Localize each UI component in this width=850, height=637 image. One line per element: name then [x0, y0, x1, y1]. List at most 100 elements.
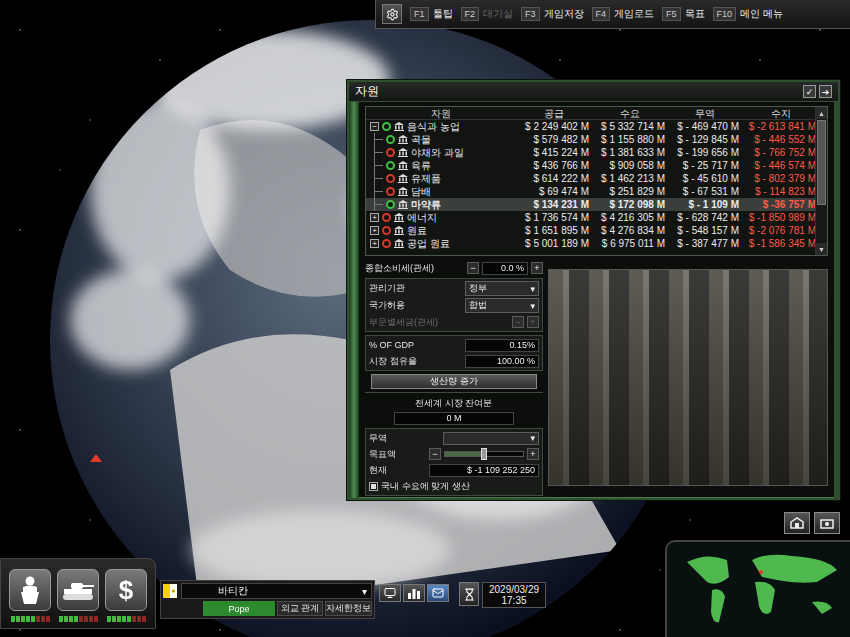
- collapse-toggle[interactable]: −: [370, 122, 379, 131]
- military-button[interactable]: [57, 569, 99, 611]
- title-bar[interactable]: 자원 ✓➔: [349, 82, 838, 102]
- window-title: 자원: [355, 83, 379, 100]
- control-label: 무역: [369, 432, 440, 445]
- level-segment: [21, 616, 25, 622]
- world-market-value: 0 M: [394, 412, 514, 425]
- trade-cell: $ - 45 610 M: [668, 173, 742, 184]
- title-button[interactable]: ✓: [803, 85, 816, 98]
- trade-dropdown[interactable]: ▾: [443, 432, 539, 445]
- column-header[interactable]: 자원: [366, 107, 516, 121]
- building-icon: [398, 200, 408, 209]
- column-header[interactable]: 수지: [742, 107, 815, 121]
- increase-button[interactable]: +: [531, 262, 543, 274]
- scrollbar[interactable]: ▲▼: [815, 107, 827, 255]
- table-row[interactable]: +공업 원료$ 5 001 189 M$ 6 975 011 M$ - 387 …: [366, 237, 815, 250]
- legality-dropdown[interactable]: 합법▾: [465, 298, 539, 313]
- column-header[interactable]: 수요: [592, 107, 668, 121]
- tree-line: [374, 185, 383, 198]
- mail-button[interactable]: [427, 584, 449, 602]
- domestic-row[interactable]: 국내 수요에 맞게 생산: [369, 479, 539, 493]
- window-edge: [349, 102, 359, 498]
- toolbar-item[interactable]: F3게임저장: [521, 7, 584, 21]
- table-row[interactable]: 곡물$ 579 482 M$ 1 155 880 M$ - 129 845 M$…: [366, 133, 815, 146]
- gdp-value: 0.15%: [465, 339, 539, 352]
- view-buttons: [379, 584, 449, 602]
- bottom-hud: $바티칸▾Pope외교 관계자세한정보2029/03/2917:35: [0, 558, 546, 629]
- balance-cell: $ - 114 823 M: [742, 186, 815, 197]
- hud-cell: [57, 569, 99, 622]
- country-subrow: Pope외교 관계자세한정보: [163, 601, 372, 616]
- scroll-track[interactable]: [816, 119, 827, 243]
- table-row[interactable]: −음식과 농업$ 2 249 402 M$ 5 332 714 M$ - 469…: [366, 120, 815, 133]
- expand-toggle[interactable]: +: [370, 213, 379, 222]
- increase-button[interactable]: +: [527, 448, 539, 460]
- domestic-checkbox[interactable]: [369, 482, 378, 491]
- demand-cell: $ 4 276 834 M: [592, 225, 668, 236]
- supply-cell: $ 2 249 402 M: [516, 121, 592, 132]
- country-marker[interactable]: [90, 454, 102, 462]
- monitor-button[interactable]: [379, 584, 401, 602]
- toolbar-item[interactable]: F4게임로드: [592, 7, 655, 21]
- status-dot: [386, 174, 395, 183]
- decrease-button[interactable]: −: [467, 262, 479, 274]
- column-header[interactable]: 공급: [516, 107, 592, 121]
- settings-button[interactable]: [382, 4, 402, 24]
- table-row[interactable]: 마약류$ 134 231 M$ 172 098 M$ - 1 109 M$ -3…: [366, 198, 815, 211]
- table-row[interactable]: 야채와 과일$ 415 224 M$ 1 381 633 M$ - 199 65…: [366, 146, 815, 159]
- toolbar-item[interactable]: F5목표: [662, 7, 705, 21]
- market-share-value: 100.00 %: [465, 355, 539, 368]
- politics-button[interactable]: [9, 569, 51, 611]
- scroll-thumb[interactable]: [817, 120, 826, 205]
- key-cap: F3: [521, 7, 540, 21]
- balance-cell: $ -1 850 989 M: [742, 212, 815, 223]
- title-button[interactable]: ➔: [819, 85, 832, 98]
- target-slider[interactable]: [444, 451, 524, 457]
- country-row: 바티칸▾: [163, 583, 372, 599]
- minimap[interactable]: [665, 540, 850, 637]
- table-row[interactable]: +원료$ 1 651 895 M$ 4 276 834 M$ - 548 157…: [366, 224, 815, 237]
- level-segment: [16, 616, 20, 622]
- decrease-button[interactable]: −: [512, 316, 524, 328]
- toolbar-item[interactable]: F2대기실: [461, 7, 514, 21]
- map-mode-button[interactable]: [784, 512, 810, 534]
- column-header[interactable]: 무역: [668, 107, 742, 121]
- controls-panel: 종합소비세(관세)−0.0 %+관리기관정부▾국가허용합법▾부문별세금(관세)−…: [365, 261, 543, 492]
- target-row: 목표액−+: [369, 447, 539, 461]
- increase-production-button[interactable]: 생산량 증가: [371, 374, 537, 389]
- chart-button[interactable]: [403, 584, 425, 602]
- status-dot: [386, 148, 395, 157]
- table-row[interactable]: +에너지$ 1 736 574 M$ 4 216 305 M$ - 628 74…: [366, 211, 815, 224]
- increase-button[interactable]: +: [527, 316, 539, 328]
- economy-button[interactable]: $: [105, 569, 147, 611]
- resource-name: 원료: [407, 224, 427, 238]
- key-cap: F2: [461, 7, 480, 21]
- table-row[interactable]: 유제품$ 614 222 M$ 1 462 213 M$ - 45 610 M$…: [366, 172, 815, 185]
- slider-knob[interactable]: [481, 448, 487, 460]
- country-dropdown[interactable]: 바티칸▾: [181, 583, 372, 599]
- gear-icon: [386, 8, 399, 21]
- resource-name: 공업 원료: [407, 237, 450, 251]
- toolbar-label: 메인 메뉴: [740, 7, 783, 21]
- country-tab[interactable]: 외교 관계: [277, 601, 323, 616]
- table-row[interactable]: 담배$ 69 474 M$ 251 829 M$ - 67 531 M$ - 1…: [366, 185, 815, 198]
- status-dot: [386, 200, 395, 209]
- speed-button[interactable]: [459, 582, 479, 606]
- level-segment: [41, 616, 45, 622]
- level-segment: [94, 616, 98, 622]
- manager-dropdown[interactable]: 정부▾: [465, 281, 539, 296]
- toolbar-item[interactable]: F10메인 메뉴: [713, 7, 783, 21]
- toolbar-item[interactable]: F1툴팁: [410, 7, 453, 21]
- level-segment: [127, 616, 131, 622]
- key-cap: F4: [592, 7, 611, 21]
- scroll-down[interactable]: ▼: [816, 243, 827, 255]
- dollar-icon: $: [119, 575, 133, 606]
- expand-toggle[interactable]: +: [370, 226, 379, 235]
- expand-toggle[interactable]: +: [370, 239, 379, 248]
- country-tab[interactable]: 자세한정보: [325, 601, 372, 616]
- decrease-button[interactable]: −: [429, 448, 441, 460]
- map-view-button[interactable]: [814, 512, 840, 534]
- table-row[interactable]: 육류$ 436 766 M$ 909 058 M$ - 25 717 M$ - …: [366, 159, 815, 172]
- scroll-up[interactable]: ▲: [816, 107, 827, 119]
- building-icon: [790, 517, 804, 529]
- table-header: 자원공급수요무역수지: [366, 107, 815, 120]
